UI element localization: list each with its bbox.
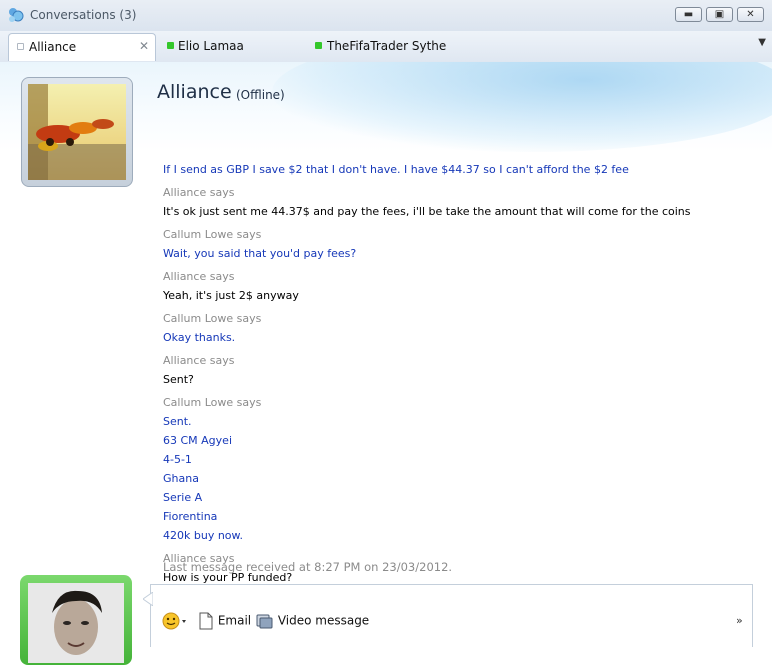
window-title: Conversations (3) <box>30 8 137 22</box>
tab-label: Alliance <box>29 40 77 54</box>
contact-avatar[interactable] <box>21 77 133 187</box>
message-sender: Alliance says <box>163 186 235 199</box>
avatar-photo <box>28 84 126 180</box>
title-bar: Conversations (3) ▬ ▣ ✕ <box>0 0 772 31</box>
message-text: Serie A <box>163 491 203 504</box>
status-offline-icon <box>17 43 24 50</box>
message-sender: Alliance says <box>163 354 235 367</box>
message-text: If I send as GBP I save $2 that I don't … <box>163 163 629 176</box>
message-text: Okay thanks. <box>163 331 236 344</box>
message-text: Fiorentina <box>163 510 218 523</box>
my-avatar-photo <box>28 583 124 663</box>
tab-list-dropdown[interactable]: ▼ <box>758 37 766 48</box>
message-text: Wait, you said that you'd pay fees? <box>163 247 357 260</box>
tab-bar: Alliance ✕ Elio Lamaa TheFifaTrader Syth… <box>0 31 772 63</box>
message-text: It's ok just sent me 44.37$ and pay the … <box>163 205 691 218</box>
minimize-button[interactable]: ▬ <box>675 7 702 22</box>
tab-alliance[interactable]: Alliance ✕ <box>8 33 156 61</box>
tab-label: Elio Lamaa <box>178 39 244 53</box>
message-sender: Callum Lowe says <box>163 228 262 241</box>
message-sender: Alliance says <box>163 270 235 283</box>
tab-thefifatrader-sythe[interactable]: TheFifaTrader Sythe <box>308 33 508 61</box>
speech-pointer <box>143 592 153 606</box>
last-message-info: Last message received at 8:27 PM on 23/0… <box>163 560 453 574</box>
video-message-icon <box>256 614 273 629</box>
messenger-icon <box>9 8 24 22</box>
message-sender: Callum Lowe says <box>163 396 262 409</box>
status-online-icon <box>315 42 322 49</box>
contact-status: (Offline) <box>236 88 285 102</box>
close-icon[interactable]: ✕ <box>139 39 149 53</box>
message-text: Sent? <box>163 373 194 386</box>
contact-name: Alliance <box>157 81 232 103</box>
conversation-history: If I send as GBP I save $2 that I don't … <box>163 160 753 587</box>
message-text: 4-5-1 <box>163 453 192 466</box>
message-text: 63 CM Agyei <box>163 434 233 447</box>
tab-label: TheFifaTrader Sythe <box>327 39 447 53</box>
message-text: 420k buy now. <box>163 529 244 542</box>
email-button[interactable]: Email <box>198 612 251 630</box>
video-message-label: Video message <box>277 613 370 628</box>
email-label: Email <box>217 613 252 628</box>
message-text: Ghana <box>163 472 199 485</box>
status-online-icon <box>167 42 174 49</box>
tab-elio-lamaa[interactable]: Elio Lamaa <box>160 33 310 61</box>
message-sender: Callum Lowe says <box>163 312 262 325</box>
message-text: Yeah, it's just 2$ anyway <box>163 289 299 302</box>
maximize-button[interactable]: ▣ <box>706 7 733 22</box>
email-icon <box>199 612 213 630</box>
emoticon-button[interactable] <box>162 612 188 633</box>
more-options-button[interactable]: » <box>736 614 743 627</box>
my-avatar[interactable] <box>20 575 132 665</box>
message-text: Sent. <box>163 415 192 428</box>
close-button[interactable]: ✕ <box>737 7 764 22</box>
smiley-icon <box>162 612 186 630</box>
video-message-button[interactable]: Video message <box>256 612 369 630</box>
